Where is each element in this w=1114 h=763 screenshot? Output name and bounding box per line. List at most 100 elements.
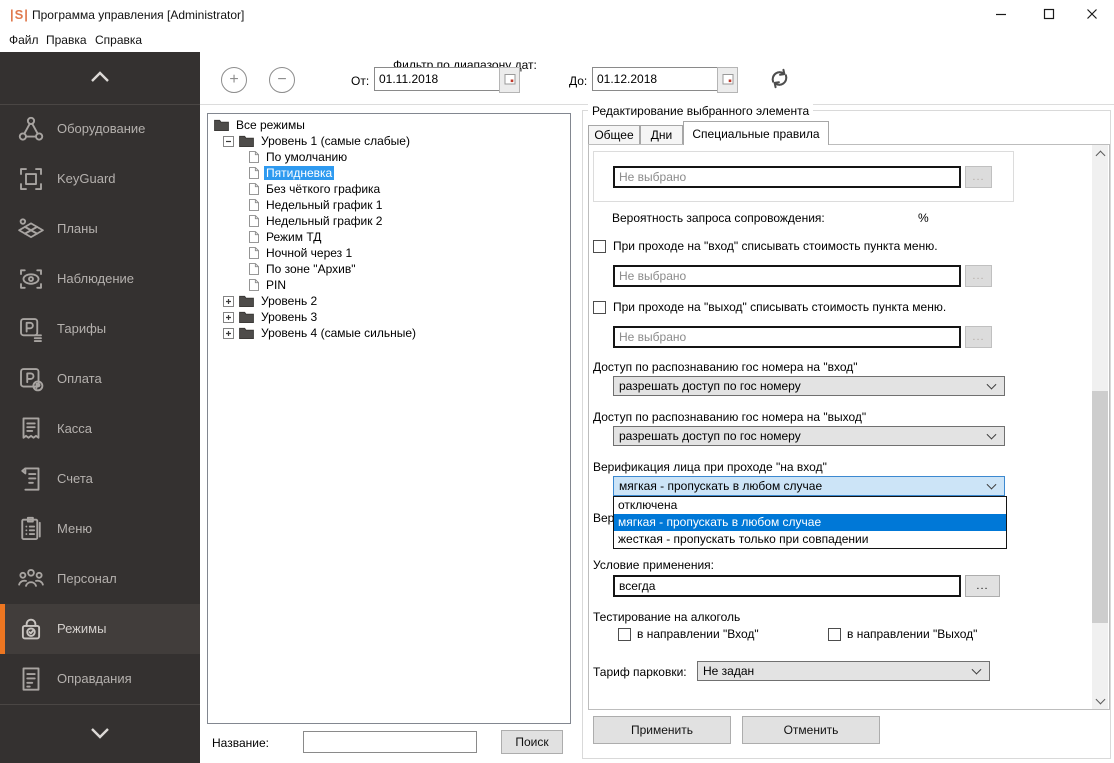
dropdown-option[interactable]: отключена (614, 497, 1006, 514)
alcohol-entry-checkbox[interactable] (618, 628, 631, 641)
editor-scrollbar[interactable] (1092, 145, 1108, 709)
sidebar-item-label: Оплата (57, 371, 102, 386)
date-from-input[interactable] (374, 67, 502, 91)
minimize-icon (995, 8, 1007, 23)
escort-browse-button[interactable]: ... (965, 166, 992, 188)
tree-row[interactable]: Режим ТД (208, 229, 570, 245)
tree-node-label: Уровень 1 (самые слабые) (261, 134, 410, 148)
sidebar-collapse-button[interactable] (0, 52, 200, 105)
scroll-up-button[interactable] (1092, 145, 1108, 161)
tree-row[interactable]: Без чёткого графика (208, 181, 570, 197)
tree-row[interactable]: Все режимы (208, 117, 570, 133)
sidebar-item-excuses[interactable]: Оправдания (0, 654, 200, 704)
menu-help[interactable]: Справка (95, 33, 142, 47)
tab-special-rules[interactable]: Специальные правила (683, 121, 829, 145)
cancel-button[interactable]: Отменить (742, 716, 880, 744)
sidebar-item-menu[interactable]: Меню (0, 504, 200, 554)
sidebar-item-keyguard[interactable]: KeyGuard (0, 154, 200, 204)
select-value: разрешать доступ по гос номеру (619, 379, 801, 393)
tree-row-selected[interactable]: Пятидневка (208, 165, 570, 181)
modes-icon (16, 614, 46, 644)
calendar-icon (504, 73, 516, 88)
sidebar-item-label: Режимы (57, 621, 107, 636)
tree-node-label: По зоне "Архив" (266, 262, 356, 276)
entry-writeoff-browse-button[interactable]: ... (965, 265, 992, 287)
sidebar-item-equipment[interactable]: Оборудование (0, 104, 200, 154)
scrollbar-thumb[interactable] (1092, 391, 1108, 623)
plate-exit-label: Доступ по распознаванию гос номера на "в… (593, 410, 867, 424)
date-to-calendar-button[interactable] (717, 67, 738, 93)
date-from-calendar-button[interactable] (499, 67, 520, 93)
entry-writeoff-label: При проходе на "вход" списывать стоимост… (613, 239, 938, 253)
sidebar-item-accounts[interactable]: Счета (0, 454, 200, 504)
expand-icon[interactable] (223, 311, 234, 323)
tree-row[interactable]: Недельный график 1 (208, 197, 570, 213)
tree-row[interactable]: PIN (208, 277, 570, 293)
maximize-button[interactable] (1026, 0, 1071, 30)
condition-browse-button[interactable]: ... (965, 575, 1000, 597)
search-button-label: Поиск (515, 735, 549, 749)
entry-writeoff-checkbox[interactable] (593, 240, 606, 253)
browse-button-label: ... (972, 331, 985, 343)
minus-icon: − (277, 71, 287, 88)
date-to-input[interactable] (592, 67, 720, 91)
face-entry-label: Верификация лица при проходе "на вход" (593, 460, 827, 474)
collapse-icon[interactable] (223, 135, 234, 147)
tab-label: Специальные правила (692, 126, 820, 141)
sidebar-item-plans[interactable]: Планы (0, 204, 200, 254)
minimize-button[interactable] (978, 0, 1023, 30)
close-button[interactable] (1069, 0, 1114, 30)
sidebar-item-payment[interactable]: Оплата (0, 354, 200, 404)
scroll-down-button[interactable] (1092, 693, 1108, 709)
tree-node-label: Недельный график 1 (266, 198, 383, 212)
close-icon (1086, 8, 1098, 23)
plate-entry-select[interactable]: разрешать доступ по гос номеру (613, 376, 1005, 396)
sidebar-item-cashdesk[interactable]: Касса (0, 404, 200, 454)
name-search-input[interactable] (303, 731, 477, 753)
tree-row[interactable]: Уровень 1 (самые слабые) (208, 133, 570, 149)
sidebar-item-personnel[interactable]: Персонал (0, 554, 200, 604)
tree-row[interactable]: Уровень 2 (208, 293, 570, 309)
menu-file[interactable]: Файл (9, 33, 39, 47)
alcohol-exit-checkbox[interactable] (828, 628, 841, 641)
tree-row[interactable]: Недельный график 2 (208, 213, 570, 229)
refresh-button[interactable] (766, 65, 793, 95)
exit-writeoff-input[interactable] (613, 326, 961, 348)
zoom-out-button[interactable]: − (269, 67, 295, 93)
expand-icon[interactable] (223, 295, 234, 307)
tree-row[interactable]: Ночной через 1 (208, 245, 570, 261)
folder-icon (239, 135, 254, 147)
tree-row[interactable]: Уровень 4 (самые сильные) (208, 325, 570, 341)
face-entry-select[interactable]: мягкая - пропускать в любом случае (613, 476, 1005, 496)
expand-icon[interactable] (223, 327, 234, 339)
plate-entry-label: Доступ по распознаванию гос номера на "в… (593, 360, 858, 374)
menu-edit[interactable]: Правка (46, 33, 87, 47)
parking-select[interactable]: Не задан (697, 661, 990, 681)
sidebar-item-observation[interactable]: Наблюдение (0, 254, 200, 304)
apply-button[interactable]: Применить (593, 716, 731, 744)
menu-icon (16, 514, 46, 544)
sidebar-item-tariffs[interactable]: Тарифы (0, 304, 200, 354)
dropdown-option-highlighted[interactable]: мягкая - пропускать в любом случае (614, 514, 1006, 531)
condition-input[interactable] (613, 575, 961, 597)
zoom-in-button[interactable]: + (221, 67, 247, 93)
tree-row[interactable]: По зоне "Архив" (208, 261, 570, 277)
tree-row[interactable]: По умолчанию (208, 149, 570, 165)
sidebar-expand-button[interactable] (0, 704, 200, 763)
search-button[interactable]: Поиск (501, 730, 563, 754)
exit-writeoff-label: При проходе на "выход" списывать стоимос… (613, 300, 947, 314)
exit-writeoff-browse-button[interactable]: ... (965, 326, 992, 348)
escort-group-input[interactable] (613, 166, 961, 188)
sidebar-item-modes[interactable]: Режимы (0, 604, 200, 654)
plate-exit-select[interactable]: разрешать доступ по гос номеру (613, 426, 1005, 446)
tree-row[interactable]: Уровень 3 (208, 309, 570, 325)
tab-label: Дни (650, 128, 673, 142)
tab-general[interactable]: Общее (588, 125, 640, 145)
exit-writeoff-checkbox[interactable] (593, 301, 606, 314)
dropdown-option[interactable]: жесткая - пропускать только при совпаден… (614, 531, 1006, 548)
entry-writeoff-input[interactable] (613, 265, 961, 287)
tab-days[interactable]: Дни (640, 125, 683, 145)
plus-icon: + (229, 71, 239, 88)
document-icon (249, 183, 259, 195)
browse-button-label: ... (972, 270, 985, 282)
